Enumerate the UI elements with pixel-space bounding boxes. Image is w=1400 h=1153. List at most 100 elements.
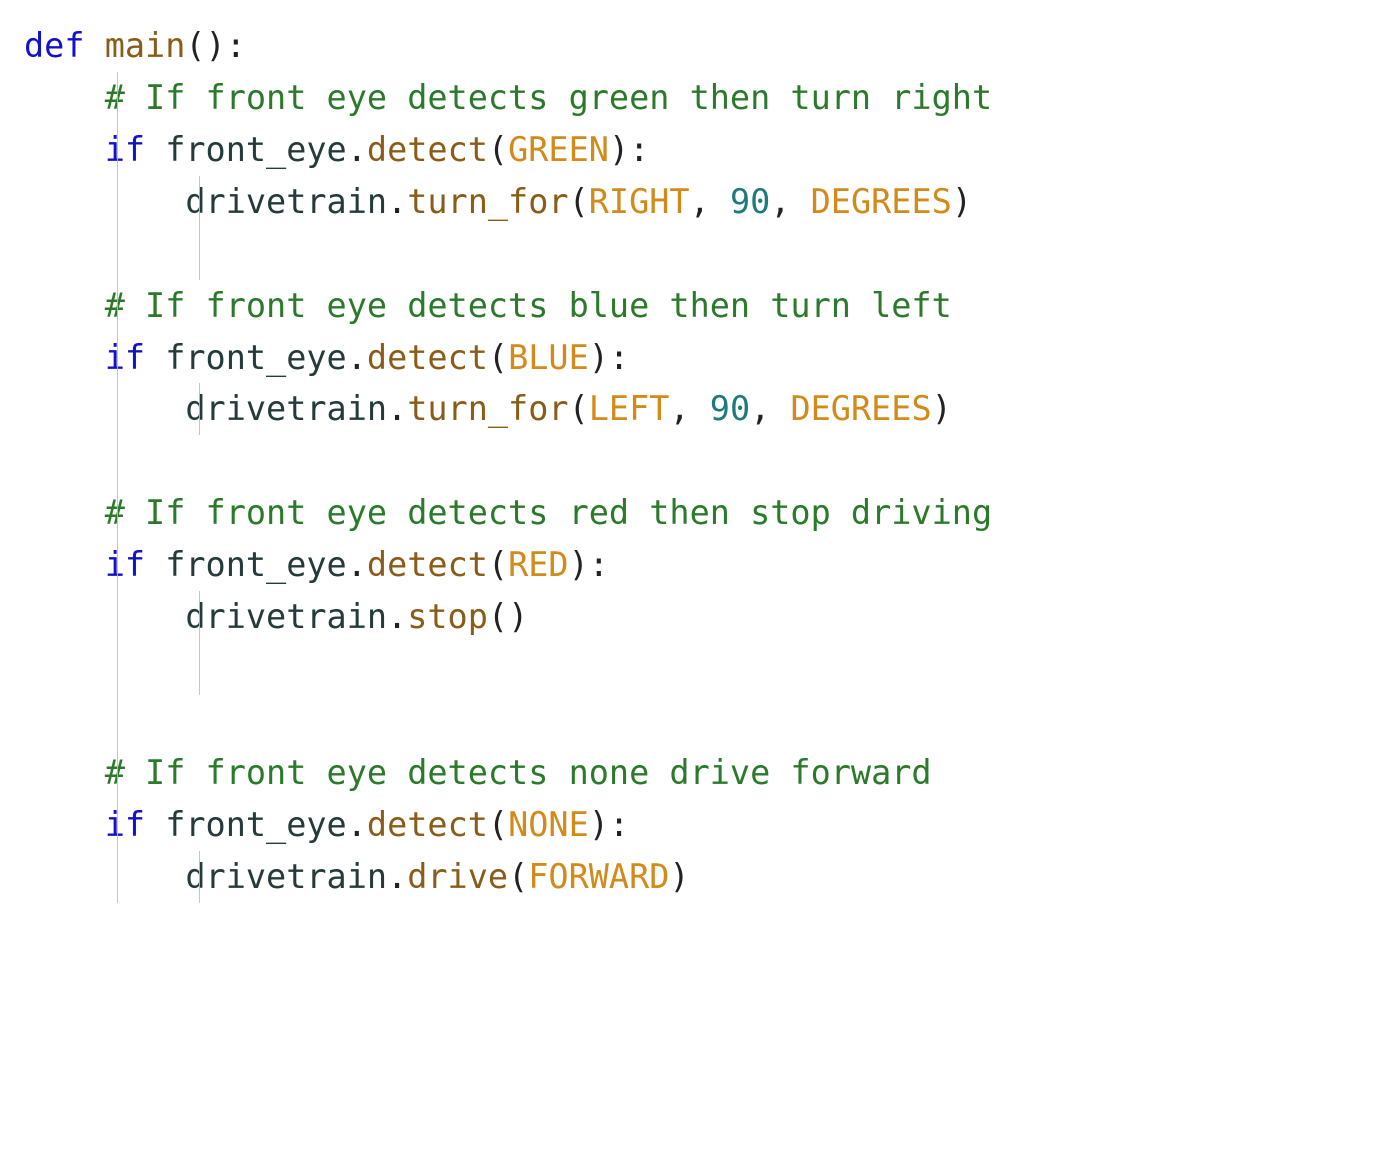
code-token: LEFT — [589, 389, 670, 428]
indent-guide — [117, 591, 118, 643]
code-token — [145, 130, 165, 169]
indent-guide — [117, 643, 118, 695]
indent-guide — [117, 799, 118, 851]
indent-whitespace — [24, 130, 105, 169]
code-token: # If front eye detects red then stop dri… — [105, 493, 992, 532]
code-token: BLUE — [508, 338, 589, 377]
code-token: stop — [407, 597, 488, 636]
code-line — [24, 643, 1390, 695]
code-token: drivetrain — [185, 597, 387, 636]
code-token — [145, 805, 165, 844]
indent-guide — [117, 228, 118, 280]
indent-guide — [117, 747, 118, 799]
code-token: , — [770, 182, 810, 221]
code-token: , — [669, 389, 709, 428]
code-token: ) — [932, 389, 952, 428]
code-line: if front_eye.detect(BLUE): — [24, 332, 1390, 384]
code-token: ) — [206, 26, 226, 65]
indent-guide — [117, 176, 118, 228]
indent-whitespace — [24, 389, 185, 428]
indent-whitespace — [24, 805, 105, 844]
code-token: ( — [569, 389, 589, 428]
code-line: if front_eye.detect(GREEN): — [24, 124, 1390, 176]
code-line — [24, 695, 1390, 747]
code-token: NONE — [508, 805, 589, 844]
code-token: RED — [508, 545, 569, 584]
code-token: ( — [569, 182, 589, 221]
code-token: RIGHT — [589, 182, 690, 221]
code-token: DEGREES — [811, 182, 952, 221]
code-token: : — [226, 26, 246, 65]
indent-guide — [117, 851, 118, 903]
code-line: # If front eye detects red then stop dri… — [24, 487, 1390, 539]
code-token: DEGREES — [790, 389, 931, 428]
indent-guide — [199, 383, 200, 435]
code-token — [85, 26, 105, 65]
code-token: turn_for — [407, 182, 568, 221]
code-token: # If front eye detects blue then turn le… — [105, 286, 952, 325]
code-token: front_eye — [165, 130, 347, 169]
code-token: turn_for — [407, 389, 568, 428]
code-token: ( — [488, 805, 508, 844]
code-token: detect — [367, 338, 488, 377]
indent-whitespace — [24, 338, 105, 377]
code-token: 90 — [730, 182, 770, 221]
code-token: if — [105, 338, 145, 377]
code-token: if — [105, 545, 145, 584]
indent-whitespace — [24, 597, 185, 636]
indent-whitespace — [24, 441, 105, 480]
code-token: ( — [488, 545, 508, 584]
code-line — [24, 228, 1390, 280]
indent-guide — [117, 124, 118, 176]
code-token: FORWARD — [528, 857, 669, 896]
code-token: drivetrain — [185, 857, 387, 896]
code-token: . — [387, 597, 407, 636]
indent-guide — [117, 435, 118, 487]
indent-whitespace — [24, 182, 185, 221]
code-token: ) — [609, 130, 629, 169]
code-token: # If front eye detects green then turn r… — [105, 78, 992, 117]
code-token: . — [387, 857, 407, 896]
code-token: . — [387, 389, 407, 428]
code-token: ( — [488, 597, 508, 636]
code-token: . — [347, 130, 367, 169]
code-line: # If front eye detects none drive forwar… — [24, 747, 1390, 799]
indent-guide — [117, 487, 118, 539]
indent-guide — [117, 695, 118, 747]
code-token: ) — [508, 597, 528, 636]
code-token: front_eye — [165, 805, 347, 844]
code-token: : — [609, 805, 629, 844]
code-token: ) — [669, 857, 689, 896]
code-token: , — [690, 182, 730, 221]
indent-whitespace — [24, 493, 105, 532]
code-token: GREEN — [508, 130, 609, 169]
code-token: ) — [589, 805, 609, 844]
code-editor: def main(): # If front eye detects green… — [0, 0, 1400, 923]
indent-whitespace — [24, 78, 105, 117]
indent-whitespace — [24, 286, 105, 325]
code-line: if front_eye.detect(RED): — [24, 539, 1390, 591]
code-token: detect — [367, 545, 488, 584]
code-token: front_eye — [165, 545, 347, 584]
indent-guide — [117, 539, 118, 591]
code-line: # If front eye detects blue then turn le… — [24, 280, 1390, 332]
code-token: if — [105, 805, 145, 844]
indent-guide — [199, 851, 200, 903]
indent-guide — [199, 643, 200, 695]
code-token: : — [629, 130, 649, 169]
code-token: . — [347, 545, 367, 584]
code-token: ( — [488, 338, 508, 377]
indent-guide — [117, 332, 118, 384]
code-token: ( — [508, 857, 528, 896]
code-line: drivetrain.turn_for(LEFT, 90, DEGREES) — [24, 383, 1390, 435]
code-token: drive — [407, 857, 508, 896]
code-token: main — [105, 26, 186, 65]
code-token: : — [609, 338, 629, 377]
code-token: detect — [367, 130, 488, 169]
code-line: # If front eye detects green then turn r… — [24, 72, 1390, 124]
code-token: : — [589, 545, 609, 584]
code-token: ( — [185, 26, 205, 65]
code-token: ) — [569, 545, 589, 584]
code-line: drivetrain.stop() — [24, 591, 1390, 643]
indent-whitespace — [24, 545, 105, 584]
